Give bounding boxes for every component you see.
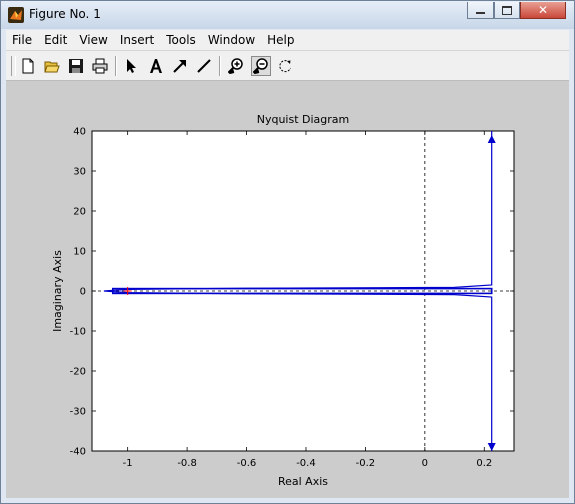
toolbar-separator	[115, 56, 117, 76]
figure-toolbar	[6, 50, 569, 81]
nyquist-plot: -1 -0.8 -0.6 -0.4 -0.2 0 0.2 40 30 20 10 0 -10 -20 -30…	[51, 113, 515, 488]
chart-title: Nyquist Diagram	[257, 113, 350, 126]
x-tick-label: -1	[123, 458, 133, 469]
x-tick-label: 0	[422, 458, 428, 469]
x-tick-label: -0.8	[177, 458, 197, 469]
y-tick-label: 30	[73, 167, 86, 178]
y-tick-label: 0	[80, 287, 86, 298]
diagonal-arrow-icon	[173, 60, 186, 73]
menu-view[interactable]: View	[73, 33, 113, 47]
zoom-out-icon	[253, 58, 268, 74]
zoom-out-button[interactable]	[251, 56, 271, 76]
rotate-3d-button[interactable]	[275, 56, 295, 76]
new-document-button[interactable]	[18, 56, 38, 76]
open-file-button[interactable]	[42, 56, 62, 76]
menu-window[interactable]: Window	[202, 33, 261, 47]
close-button[interactable]: ✕	[520, 2, 566, 19]
minimize-button[interactable]	[467, 2, 494, 19]
title-bar[interactable]: Figure No. 1 ✕	[1, 1, 574, 29]
menu-help[interactable]: Help	[261, 33, 300, 47]
figure-canvas: -1 -0.8 -0.6 -0.4 -0.2 0 0.2 40 30 20 10 0 -10 -20 -30…	[6, 81, 569, 498]
menu-edit[interactable]: Edit	[38, 33, 73, 47]
insert-line-button[interactable]	[194, 56, 214, 76]
print-button[interactable]	[90, 56, 110, 76]
printer-icon	[92, 58, 108, 74]
menu-insert[interactable]: Insert	[114, 33, 160, 47]
menu-tools[interactable]: Tools	[160, 33, 202, 47]
toolbar-grip[interactable]	[11, 56, 16, 76]
x-axis-label: Real Axis	[278, 475, 328, 488]
x-tick-label: -0.4	[296, 458, 316, 469]
y-axis-label: Imaginary Axis	[51, 250, 64, 332]
x-tick-label: -0.2	[356, 458, 376, 469]
menu-file[interactable]: File	[6, 33, 38, 47]
menu-bar: File Edit View Insert Tools Window Help	[6, 30, 569, 50]
window-title: Figure No. 1	[29, 7, 101, 21]
y-tick-label: -30	[70, 407, 86, 418]
x-tick-label: 0.2	[476, 458, 492, 469]
insert-arrow-button[interactable]	[170, 56, 190, 76]
select-tool-button[interactable]	[121, 56, 141, 76]
y-tick-label: 20	[73, 207, 86, 218]
new-document-icon	[22, 58, 34, 74]
insert-text-button[interactable]	[146, 56, 166, 76]
rotate-icon	[279, 60, 291, 73]
minimize-icon	[476, 11, 485, 14]
y-tick-label: -10	[70, 327, 86, 338]
figure-window: Figure No. 1 ✕ File Edit View Insert Too…	[0, 0, 575, 504]
open-folder-icon	[44, 61, 60, 73]
close-icon: ✕	[537, 3, 549, 17]
y-tick-label: -20	[70, 367, 86, 378]
text-a-icon	[150, 59, 162, 73]
zoom-in-icon	[228, 58, 243, 74]
y-tick-label: -40	[70, 447, 86, 458]
zoom-in-button[interactable]	[226, 56, 246, 76]
maximize-icon	[502, 5, 512, 15]
maximize-button[interactable]	[494, 2, 520, 19]
toolbar-separator	[219, 56, 221, 76]
y-tick-label: 40	[73, 127, 86, 138]
save-disk-icon	[69, 59, 83, 73]
y-tick-label: 10	[73, 247, 86, 258]
x-tick-label: -0.6	[237, 458, 257, 469]
save-button[interactable]	[66, 56, 86, 76]
line-icon	[197, 59, 211, 73]
matlab-logo-icon	[8, 7, 24, 23]
arrow-pointer-icon	[127, 59, 136, 73]
